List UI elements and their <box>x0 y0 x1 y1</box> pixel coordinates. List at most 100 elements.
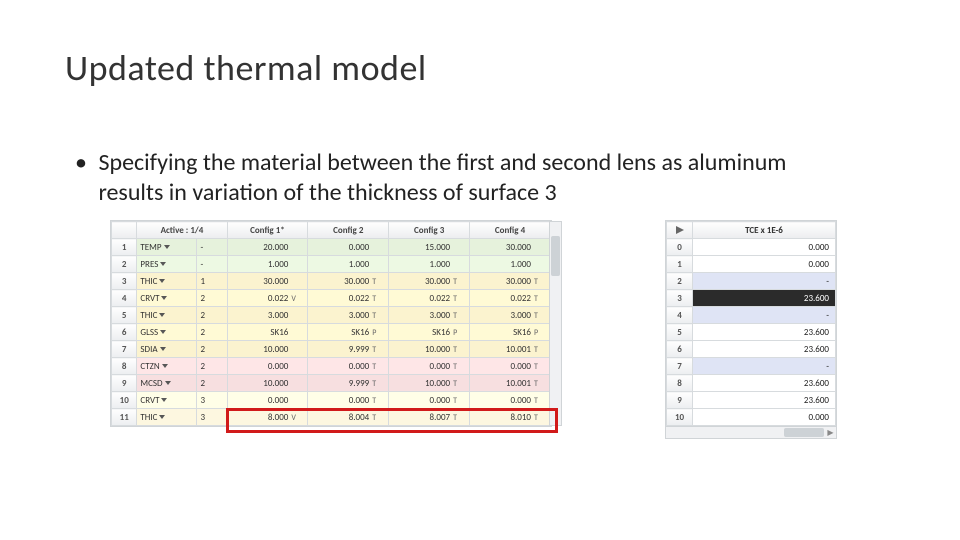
mc-cell[interactable]: 0.000 <box>308 239 389 256</box>
mc-operator[interactable]: PRES <box>137 256 197 273</box>
tce-row[interactable]: 10.000 <box>667 256 836 273</box>
tce-scroll-right-arrow[interactable]: ▶ <box>825 427 836 438</box>
dropdown-icon[interactable] <box>161 296 167 300</box>
mc-cell[interactable]: 0.000 <box>227 392 308 409</box>
mc-cell[interactable]: 10.000T <box>389 341 470 358</box>
mc-row[interactable]: 11THIC38.000V8.004T8.007T8.010T <box>112 409 551 426</box>
dropdown-icon[interactable] <box>159 313 165 317</box>
tce-row[interactable]: 623.600 <box>667 341 836 358</box>
tce-scrollbar[interactable]: ▶ <box>666 426 836 438</box>
tce-value[interactable]: - <box>693 307 836 324</box>
mc-cell[interactable]: 3.000T <box>308 307 389 324</box>
mc-operator[interactable]: THIC <box>137 273 197 290</box>
dropdown-icon[interactable] <box>160 347 166 351</box>
mc-cell[interactable]: 3.000T <box>389 307 470 324</box>
dropdown-icon[interactable] <box>164 245 170 249</box>
mc-surface[interactable]: 3 <box>197 392 227 409</box>
mc-cell[interactable]: 15.000 <box>389 239 470 256</box>
mc-operator[interactable]: CRVT <box>137 392 197 409</box>
mc-cell[interactable]: 0.000T <box>389 392 470 409</box>
tce-value[interactable]: 23.600 <box>693 392 836 409</box>
mc-cell[interactable]: 8.004T <box>308 409 389 426</box>
mc-cell[interactable]: 10.001T <box>470 375 551 392</box>
mc-cell[interactable]: 3.000 <box>227 307 308 324</box>
mc-surface[interactable]: - <box>197 256 227 273</box>
mc-header-active[interactable]: Active : 1/4 <box>137 222 227 239</box>
mc-header-config-1[interactable]: Config 1* <box>227 222 308 239</box>
mc-cell[interactable]: 0.000T <box>389 358 470 375</box>
tce-value[interactable]: 0.000 <box>693 256 836 273</box>
mc-cell[interactable]: 0.000 <box>227 358 308 375</box>
mc-cell[interactable]: 0.000T <box>308 392 389 409</box>
mc-cell[interactable]: 8.007T <box>389 409 470 426</box>
mc-surface[interactable]: 2 <box>197 324 227 341</box>
mc-row[interactable]: 1TEMP-20.0000.00015.00030.000 <box>112 239 551 256</box>
tce-row[interactable]: 7- <box>667 358 836 375</box>
mc-surface[interactable]: 1 <box>197 273 227 290</box>
tce-value[interactable]: 23.600 <box>693 341 836 358</box>
dropdown-icon[interactable] <box>162 364 168 368</box>
mc-surface[interactable]: 2 <box>197 375 227 392</box>
tce-row[interactable]: 2- <box>667 273 836 290</box>
mc-header-config-2[interactable]: Config 2 <box>308 222 389 239</box>
mc-cell[interactable]: SK16 <box>227 324 308 341</box>
mc-row[interactable]: 7SDIA210.0009.999T10.000T10.001T <box>112 341 551 358</box>
mc-surface[interactable]: 3 <box>197 409 227 426</box>
mc-operator[interactable]: MCSD <box>137 375 197 392</box>
dropdown-icon[interactable] <box>161 398 167 402</box>
mc-surface[interactable]: 2 <box>197 341 227 358</box>
mc-cell[interactable]: 10.000 <box>227 341 308 358</box>
mc-cell[interactable]: SK16P <box>308 324 389 341</box>
mc-cell[interactable]: SK16P <box>389 324 470 341</box>
dropdown-icon[interactable] <box>159 279 165 283</box>
mc-cell[interactable]: 0.000T <box>470 358 551 375</box>
mc-row[interactable]: 9MCSD210.0009.999T10.000T10.001T <box>112 375 551 392</box>
mc-operator[interactable]: CRVT <box>137 290 197 307</box>
tce-row[interactable]: 323.600 <box>667 290 836 307</box>
dropdown-icon[interactable] <box>160 330 166 334</box>
mc-operator[interactable]: TEMP <box>137 239 197 256</box>
mc-cell[interactable]: 30.000 <box>227 273 308 290</box>
mc-cell[interactable]: 1.000 <box>227 256 308 273</box>
mc-row[interactable]: 2PRES-1.0001.0001.0001.000 <box>112 256 551 273</box>
mc-row[interactable]: 3THIC130.00030.000T30.000T30.000T <box>112 273 551 290</box>
tce-value[interactable]: 23.600 <box>693 324 836 341</box>
mc-operator[interactable]: SDIA <box>137 341 197 358</box>
tce-scroll-thumb[interactable] <box>784 428 824 437</box>
tce-row[interactable]: 00.000 <box>667 239 836 256</box>
mc-row[interactable]: 10CRVT30.0000.000T0.000T0.000T <box>112 392 551 409</box>
mc-cell[interactable]: 1.000 <box>470 256 551 273</box>
mc-surface[interactable]: 2 <box>197 358 227 375</box>
tce-corner-icon[interactable] <box>667 222 693 239</box>
tce-row[interactable]: 823.600 <box>667 375 836 392</box>
tce-header[interactable]: TCE x 1E-6 <box>693 222 836 239</box>
mc-header-config-4[interactable]: Config 4 <box>470 222 551 239</box>
mc-cell[interactable]: 30.000T <box>389 273 470 290</box>
mc-cell[interactable]: 0.022T <box>308 290 389 307</box>
mc-row[interactable]: 5THIC23.0003.000T3.000T3.000T <box>112 307 551 324</box>
mc-cell[interactable]: 1.000 <box>389 256 470 273</box>
tce-row[interactable]: 4- <box>667 307 836 324</box>
mc-cell[interactable]: 8.010T <box>470 409 551 426</box>
mc-operator[interactable]: THIC <box>137 409 197 426</box>
mc-scroll-thumb[interactable] <box>551 236 560 276</box>
dropdown-icon[interactable] <box>159 415 165 419</box>
mc-cell[interactable]: 10.000T <box>389 375 470 392</box>
mc-surface[interactable]: 2 <box>197 290 227 307</box>
mc-cell[interactable]: 0.000T <box>470 392 551 409</box>
mc-row[interactable]: 6GLSS2SK16SK16PSK16PSK16P <box>112 324 551 341</box>
tce-value[interactable]: - <box>693 358 836 375</box>
mc-surface[interactable]: 2 <box>197 307 227 324</box>
tce-value[interactable]: 23.600 <box>693 290 836 307</box>
mc-cell[interactable]: 1.000 <box>308 256 389 273</box>
tce-value[interactable]: 0.000 <box>693 239 836 256</box>
tce-value[interactable]: 0.000 <box>693 409 836 426</box>
mc-header-config-3[interactable]: Config 3 <box>389 222 470 239</box>
mc-cell[interactable]: 10.000 <box>227 375 308 392</box>
mc-cell[interactable]: 0.022V <box>227 290 308 307</box>
mc-cell[interactable]: 10.001T <box>470 341 551 358</box>
mc-cell[interactable]: SK16P <box>470 324 551 341</box>
dropdown-icon[interactable] <box>165 381 171 385</box>
mc-cell[interactable]: 9.999T <box>308 375 389 392</box>
multiconfig-grid[interactable]: Active : 1/4 Config 1* Config 2 Config 3… <box>111 221 551 426</box>
